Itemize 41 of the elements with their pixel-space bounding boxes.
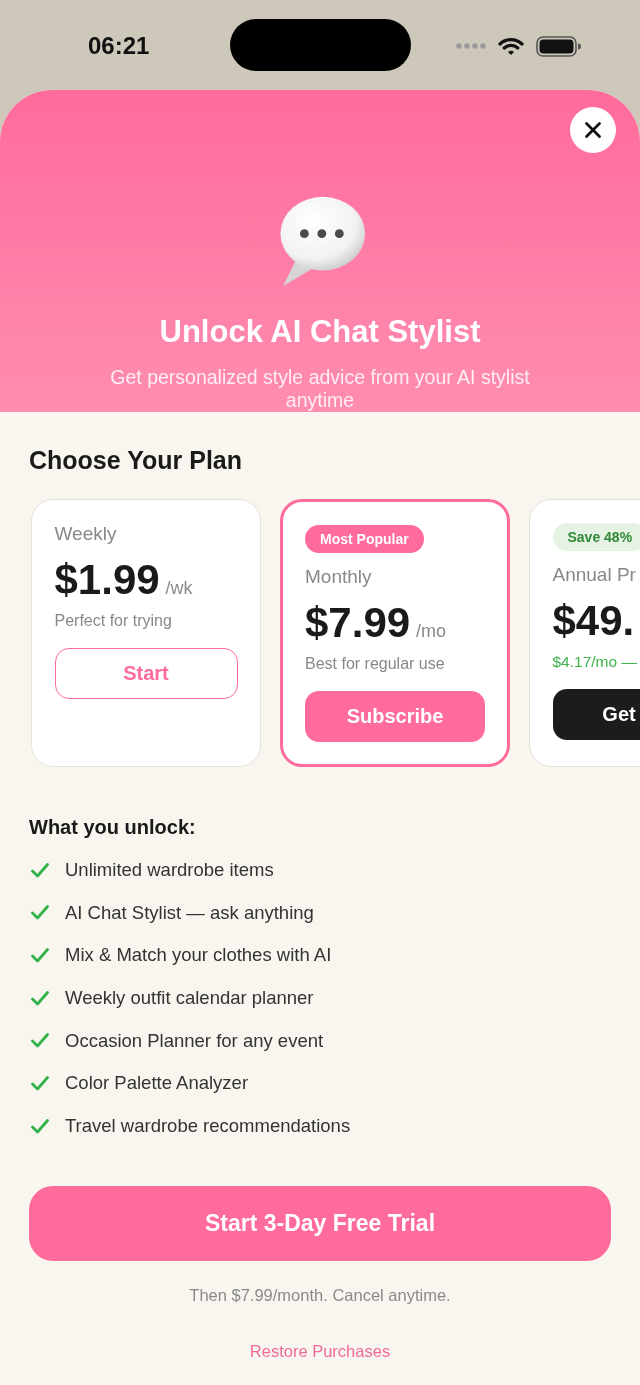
feature-text: Weekly outfit calendar planner [65, 986, 314, 1011]
plan-price: $7.99 [305, 601, 411, 645]
status-time: 06:21 [88, 32, 150, 60]
features-title: What you unlock: [29, 815, 196, 839]
battery-icon [536, 35, 581, 57]
checkmark-icon [31, 947, 49, 963]
checkmark-icon [31, 990, 49, 1006]
plan-note: $4.17/mo — [552, 652, 637, 672]
checkmark-icon [31, 862, 49, 878]
paywall-subtitle: Get personalized style advice from your AI stylist anytime [109, 366, 531, 412]
checkmark-icon [31, 1118, 49, 1134]
feature-text: Occasion Planner for any event [65, 1028, 324, 1053]
plan-card[interactable]: Weekly $1.99/wk Perfect for trying Start [31, 499, 261, 767]
checkmark-icon [31, 1075, 49, 1091]
plan-note: Best for regular use [305, 654, 445, 674]
plan-badge: Most Popular [305, 525, 424, 553]
plan-period: /mo [416, 620, 447, 642]
plan-name: Weekly [54, 522, 117, 546]
plan-price: $1.99 [54, 558, 160, 602]
plan-card[interactable]: Most Popular Monthly $7.99/mo Best for regular use Subscribe [280, 499, 510, 767]
close-button[interactable] [570, 107, 616, 153]
feature-text: AI Chat Stylist — ask anything [65, 900, 314, 925]
feature-text: Unlimited wardrobe items [65, 858, 274, 882]
section-heading: Choose Your Plan [29, 445, 242, 475]
plan-badge: Save 48% [552, 523, 640, 551]
plan-button[interactable]: Get [552, 689, 640, 740]
feature-text: Mix & Match your clothes with AI [65, 943, 332, 968]
terms-text: Then $7.99/month. Cancel anytime. [189, 1285, 451, 1306]
checkmark-icon [31, 1033, 49, 1049]
plan-name: Annual Pr [552, 563, 636, 587]
checkmark-icon [31, 905, 49, 921]
plan-note: Perfect for trying [54, 611, 172, 631]
plan-period: /wk [165, 577, 193, 599]
signal-icon [456, 43, 486, 49]
feature-text: Color Palette Analyzer [65, 1071, 249, 1096]
plan-name: Monthly [305, 565, 372, 589]
plan-card[interactable]: Save 48% Annual Pr $49. $4.17/mo — Get [529, 499, 640, 767]
feature-text: Travel wardrobe recommendations [65, 1114, 351, 1139]
wifi-icon [498, 36, 524, 56]
paywall-title: Unlock AI Chat Stylist [159, 314, 481, 350]
plan-price: $49. [552, 599, 635, 643]
